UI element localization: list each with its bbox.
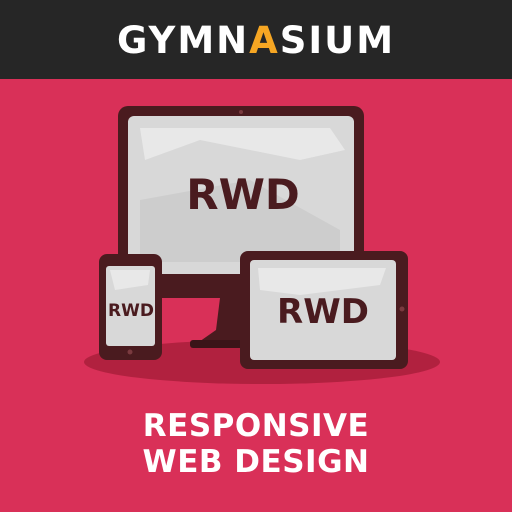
course-title-line1: RESPONSIVE: [142, 408, 370, 444]
course-title-line2: WEB DESIGN: [142, 444, 370, 480]
logo-text-suffix: SIUM: [279, 19, 396, 62]
tablet-icon: RWD: [240, 251, 408, 369]
monitor-label: RWD: [186, 170, 300, 219]
gymnasium-logo[interactable]: GYMNASIUM: [117, 19, 395, 62]
logo-accent-letter: A: [249, 19, 280, 62]
phone-icon: RWD: [99, 254, 162, 360]
logo-text-prefix: GYMN: [116, 19, 250, 62]
header-bar: GYMNASIUM: [0, 0, 512, 79]
tablet-label: RWD: [277, 292, 369, 332]
phone-label: RWD: [108, 301, 154, 321]
